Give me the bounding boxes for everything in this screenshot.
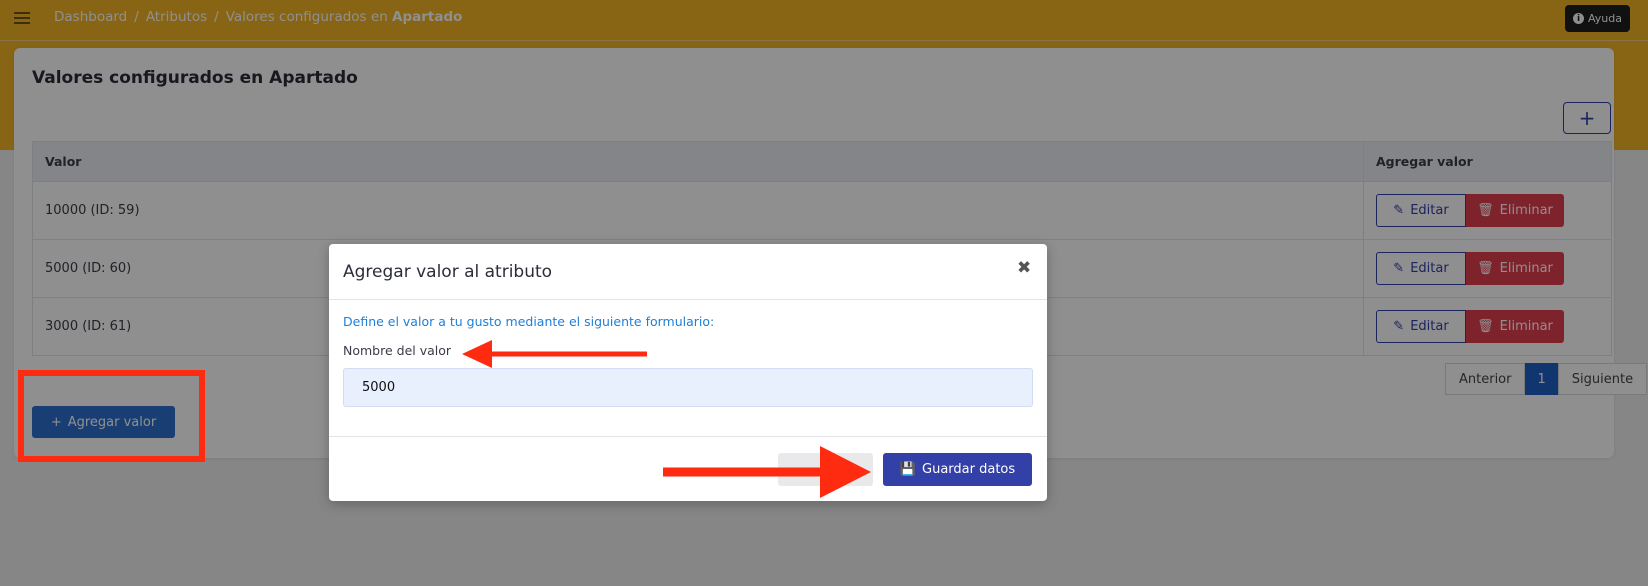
modal-description: Define el valor a tu gusto mediante el s…	[343, 314, 715, 329]
floppy-disk-icon: 💾	[899, 462, 917, 477]
modal-body: Define el valor a tu gusto mediante el s…	[329, 300, 1047, 437]
close-icon[interactable]: ✖	[1017, 258, 1031, 278]
close-icon: ✖	[820, 462, 831, 477]
cancel-button[interactable]: ✖	[778, 453, 873, 486]
save-button[interactable]: 💾 Guardar datos	[883, 453, 1032, 486]
save-label: Guardar datos	[922, 462, 1016, 477]
modal-header: Agregar valor al atributo ✖	[329, 244, 1047, 300]
value-name-input[interactable]	[343, 368, 1033, 407]
value-name-label: Nombre del valor	[343, 343, 452, 358]
modal-title: Agregar valor al atributo	[343, 262, 553, 282]
annotation-highlight-box	[18, 370, 205, 462]
add-value-modal: Agregar valor al atributo ✖ Define el va…	[329, 244, 1047, 501]
